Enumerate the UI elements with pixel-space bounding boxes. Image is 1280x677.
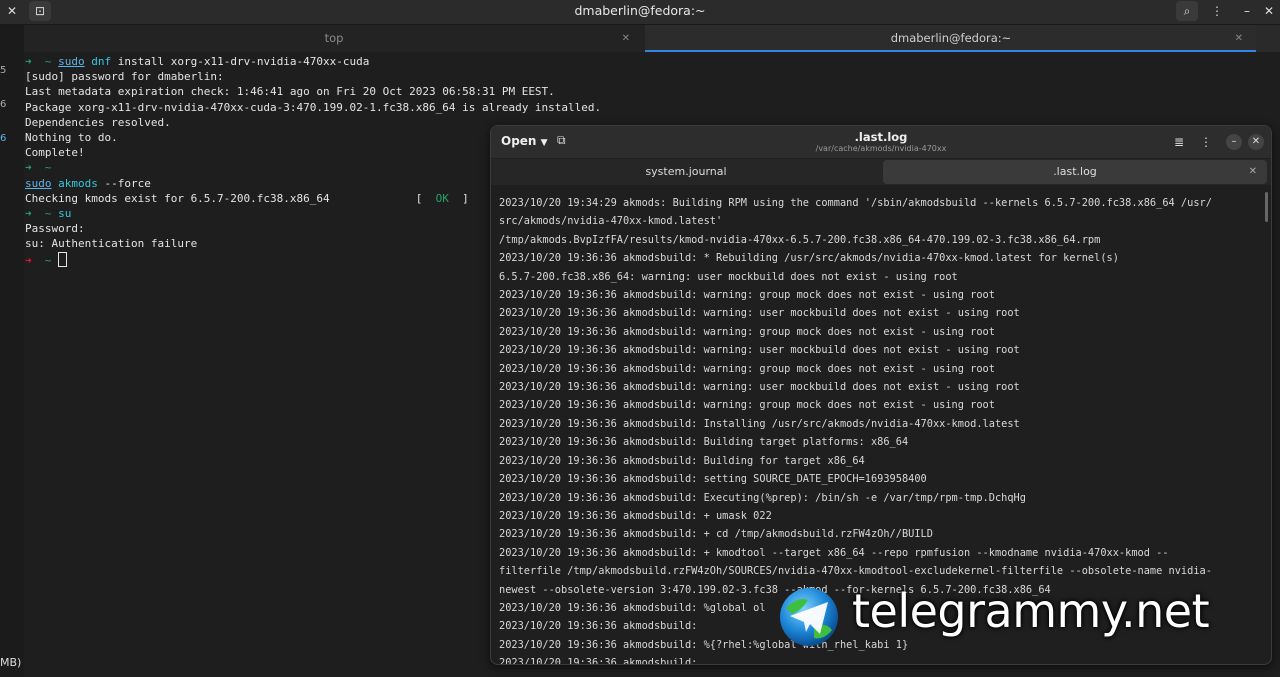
log-line: 2023/10/20 19:36:36 akmodsbuild: Executi… (499, 491, 1026, 504)
ok-status: OK (435, 191, 449, 205)
log-line: 2023/10/20 19:36:36 akmodsbuild: + cd /t… (499, 528, 933, 541)
window-title: dmaberlin@fedora:~ (574, 3, 706, 18)
log-line: 2023/10/20 19:36:36 akmodsbuild: + kmodt… (499, 546, 1169, 559)
minimize-icon[interactable]: – (1236, 1, 1258, 21)
left-edge: 5 6 6 (0, 25, 24, 677)
viewer-tab-bar: system.journal .last.log ✕ (491, 159, 1271, 185)
output-line: Last metadata expiration check: 1:46:41 … (25, 85, 555, 99)
scrollbar[interactable] (1265, 192, 1268, 222)
cmd-args: --force (97, 176, 151, 190)
prompt-tilde: ~ (44, 161, 52, 175)
hamburger-menu-icon[interactable]: ≣ (1169, 132, 1189, 152)
log-line: filterfile /tmp/akmodsbuild.rzFW4zOh/SOU… (499, 565, 1212, 578)
log-line: src/akmods/nvidia-470xx-kmod.latest' (499, 215, 723, 228)
cmd-dnf: dnf (91, 55, 112, 68)
globe-logo-icon (780, 588, 838, 646)
watermark: telegrammy.net (778, 584, 1258, 648)
edge-mark: 6 (0, 133, 7, 144)
close-icon[interactable]: ✕ (1249, 160, 1257, 184)
output-line: [sudo] password for dmaberlin: (25, 70, 224, 84)
log-line: 2023/10/20 19:36:36 akmodsbuild: warning… (499, 362, 995, 375)
log-line: 2023/10/20 19:36:36 akmodsbuild: Install… (499, 417, 1020, 430)
tab-label: .last.log (1053, 165, 1097, 178)
close-icon[interactable]: ✕ (1235, 25, 1243, 52)
tab-top[interactable]: top ✕ (24, 25, 644, 52)
output-line: Nothing to do. (25, 131, 118, 145)
log-line: 2023/10/20 19:36:36 akmodsbuild: (499, 657, 698, 665)
log-line: 2023/10/20 19:36:36 akmodsbuild: warning… (499, 307, 1020, 320)
prompt-tilde: ~ (44, 55, 52, 68)
cmd-akmods: akmods (58, 176, 98, 190)
watermark-text: telegrammy.net (852, 584, 1210, 638)
log-line: 2023/10/20 19:36:36 akmodsbuild: warning… (499, 381, 1020, 394)
cmd-sudo: sudo (25, 176, 52, 190)
log-line: 2023/10/20 19:36:36 akmodsbuild: setting… (499, 473, 927, 486)
tab-system-journal[interactable]: system.journal (491, 160, 881, 184)
viewer-subtitle: /var/cache/akmods/nvidia-470xx (815, 144, 947, 153)
search-icon[interactable]: ⌕ (1176, 1, 1198, 21)
prompt-tilde: ~ (44, 207, 52, 221)
tab-last-log[interactable]: .last.log ✕ (883, 160, 1267, 184)
menu-icon[interactable]: ⋮ (1206, 1, 1228, 21)
output-line: su: Authentication failure (25, 237, 198, 251)
prompt-arrow: ➜ (25, 253, 32, 267)
log-line: /tmp/akmods.BvpIzfFA/results/kmod-nvidia… (499, 233, 1101, 246)
close-icon[interactable]: ✕ (622, 25, 630, 52)
prompt-arrow: ➜ (25, 161, 32, 175)
tab-label: system.journal (645, 165, 727, 178)
log-line: 2023/10/20 19:36:36 akmodsbuild: warning… (499, 399, 995, 412)
log-line: 2023/10/20 19:36:36 akmodsbuild: * Rebui… (499, 252, 1119, 265)
tab-label: dmaberlin@fedora:~ (890, 31, 1012, 45)
tab-label: top (324, 31, 344, 45)
output-line: Password: (25, 222, 85, 236)
log-line: 6.5.7-200.fc38.x86_64: warning: user moc… (499, 270, 958, 283)
log-line: 2023/10/20 19:36:36 akmodsbuild: warning… (499, 344, 1020, 357)
log-line: 2023/10/20 19:36:36 akmodsbuild: warning… (499, 289, 995, 302)
output-line: Dependencies resolved. (25, 115, 171, 129)
edge-mark: 5 (0, 65, 7, 76)
terminal-cursor (58, 251, 68, 267)
kebab-menu-icon[interactable]: ⋮ (1196, 132, 1216, 152)
output-line: Complete! (25, 146, 85, 160)
minimize-icon[interactable]: – (1226, 134, 1242, 150)
close-icon[interactable]: ✕ (1248, 134, 1264, 150)
output-line: Package xorg-x11-drv-nvidia-470xx-cuda-3… (25, 100, 602, 114)
log-line: 2023/10/20 19:34:29 akmods: Building RPM… (499, 197, 1212, 209)
viewer-headerbar: Open ▼ ⧉ .last.log /var/cache/akmods/nvi… (491, 126, 1271, 158)
close-window-icon[interactable]: ✕ (1258, 1, 1280, 21)
header-bar: ✕ ⊡ dmaberlin@fedora:~ ⌕ ⋮ – ✕ (0, 0, 1280, 25)
cmd-args: install xorg-x11-drv-nvidia-470xx-cuda (111, 55, 370, 68)
tab-bar: top ✕ dmaberlin@fedora:~ ✕ (24, 25, 1280, 52)
tab-overflow[interactable] (1256, 25, 1280, 52)
footer-fragment: MB) (0, 656, 22, 669)
cmd-sudo: sudo (58, 55, 85, 68)
viewer-title: .last.log (854, 130, 908, 144)
prompt-arrow: ➜ (25, 55, 32, 68)
log-line: 2023/10/20 19:36:36 akmodsbuild: + umask… (499, 509, 772, 522)
cmd-su: su (58, 207, 72, 221)
terminal-output[interactable]: ➜ ~ sudo dnf install xorg-x11-drv-nvidia… (25, 54, 601, 268)
prompt-tilde: ~ (44, 253, 52, 267)
output-line: Checking kmods exist for 6.5.7-200.fc38.… (25, 191, 330, 205)
edge-mark: 6 (0, 99, 7, 110)
log-line: 2023/10/20 19:36:36 akmodsbuild: Buildin… (499, 436, 909, 449)
prompt-arrow: ➜ (25, 207, 32, 221)
tab-terminal[interactable]: dmaberlin@fedora:~ ✕ (645, 25, 1257, 52)
log-line: 2023/10/20 19:36:36 akmodsbuild: Buildin… (499, 454, 865, 467)
log-line: 2023/10/20 19:36:36 akmodsbuild: warning… (499, 325, 995, 338)
